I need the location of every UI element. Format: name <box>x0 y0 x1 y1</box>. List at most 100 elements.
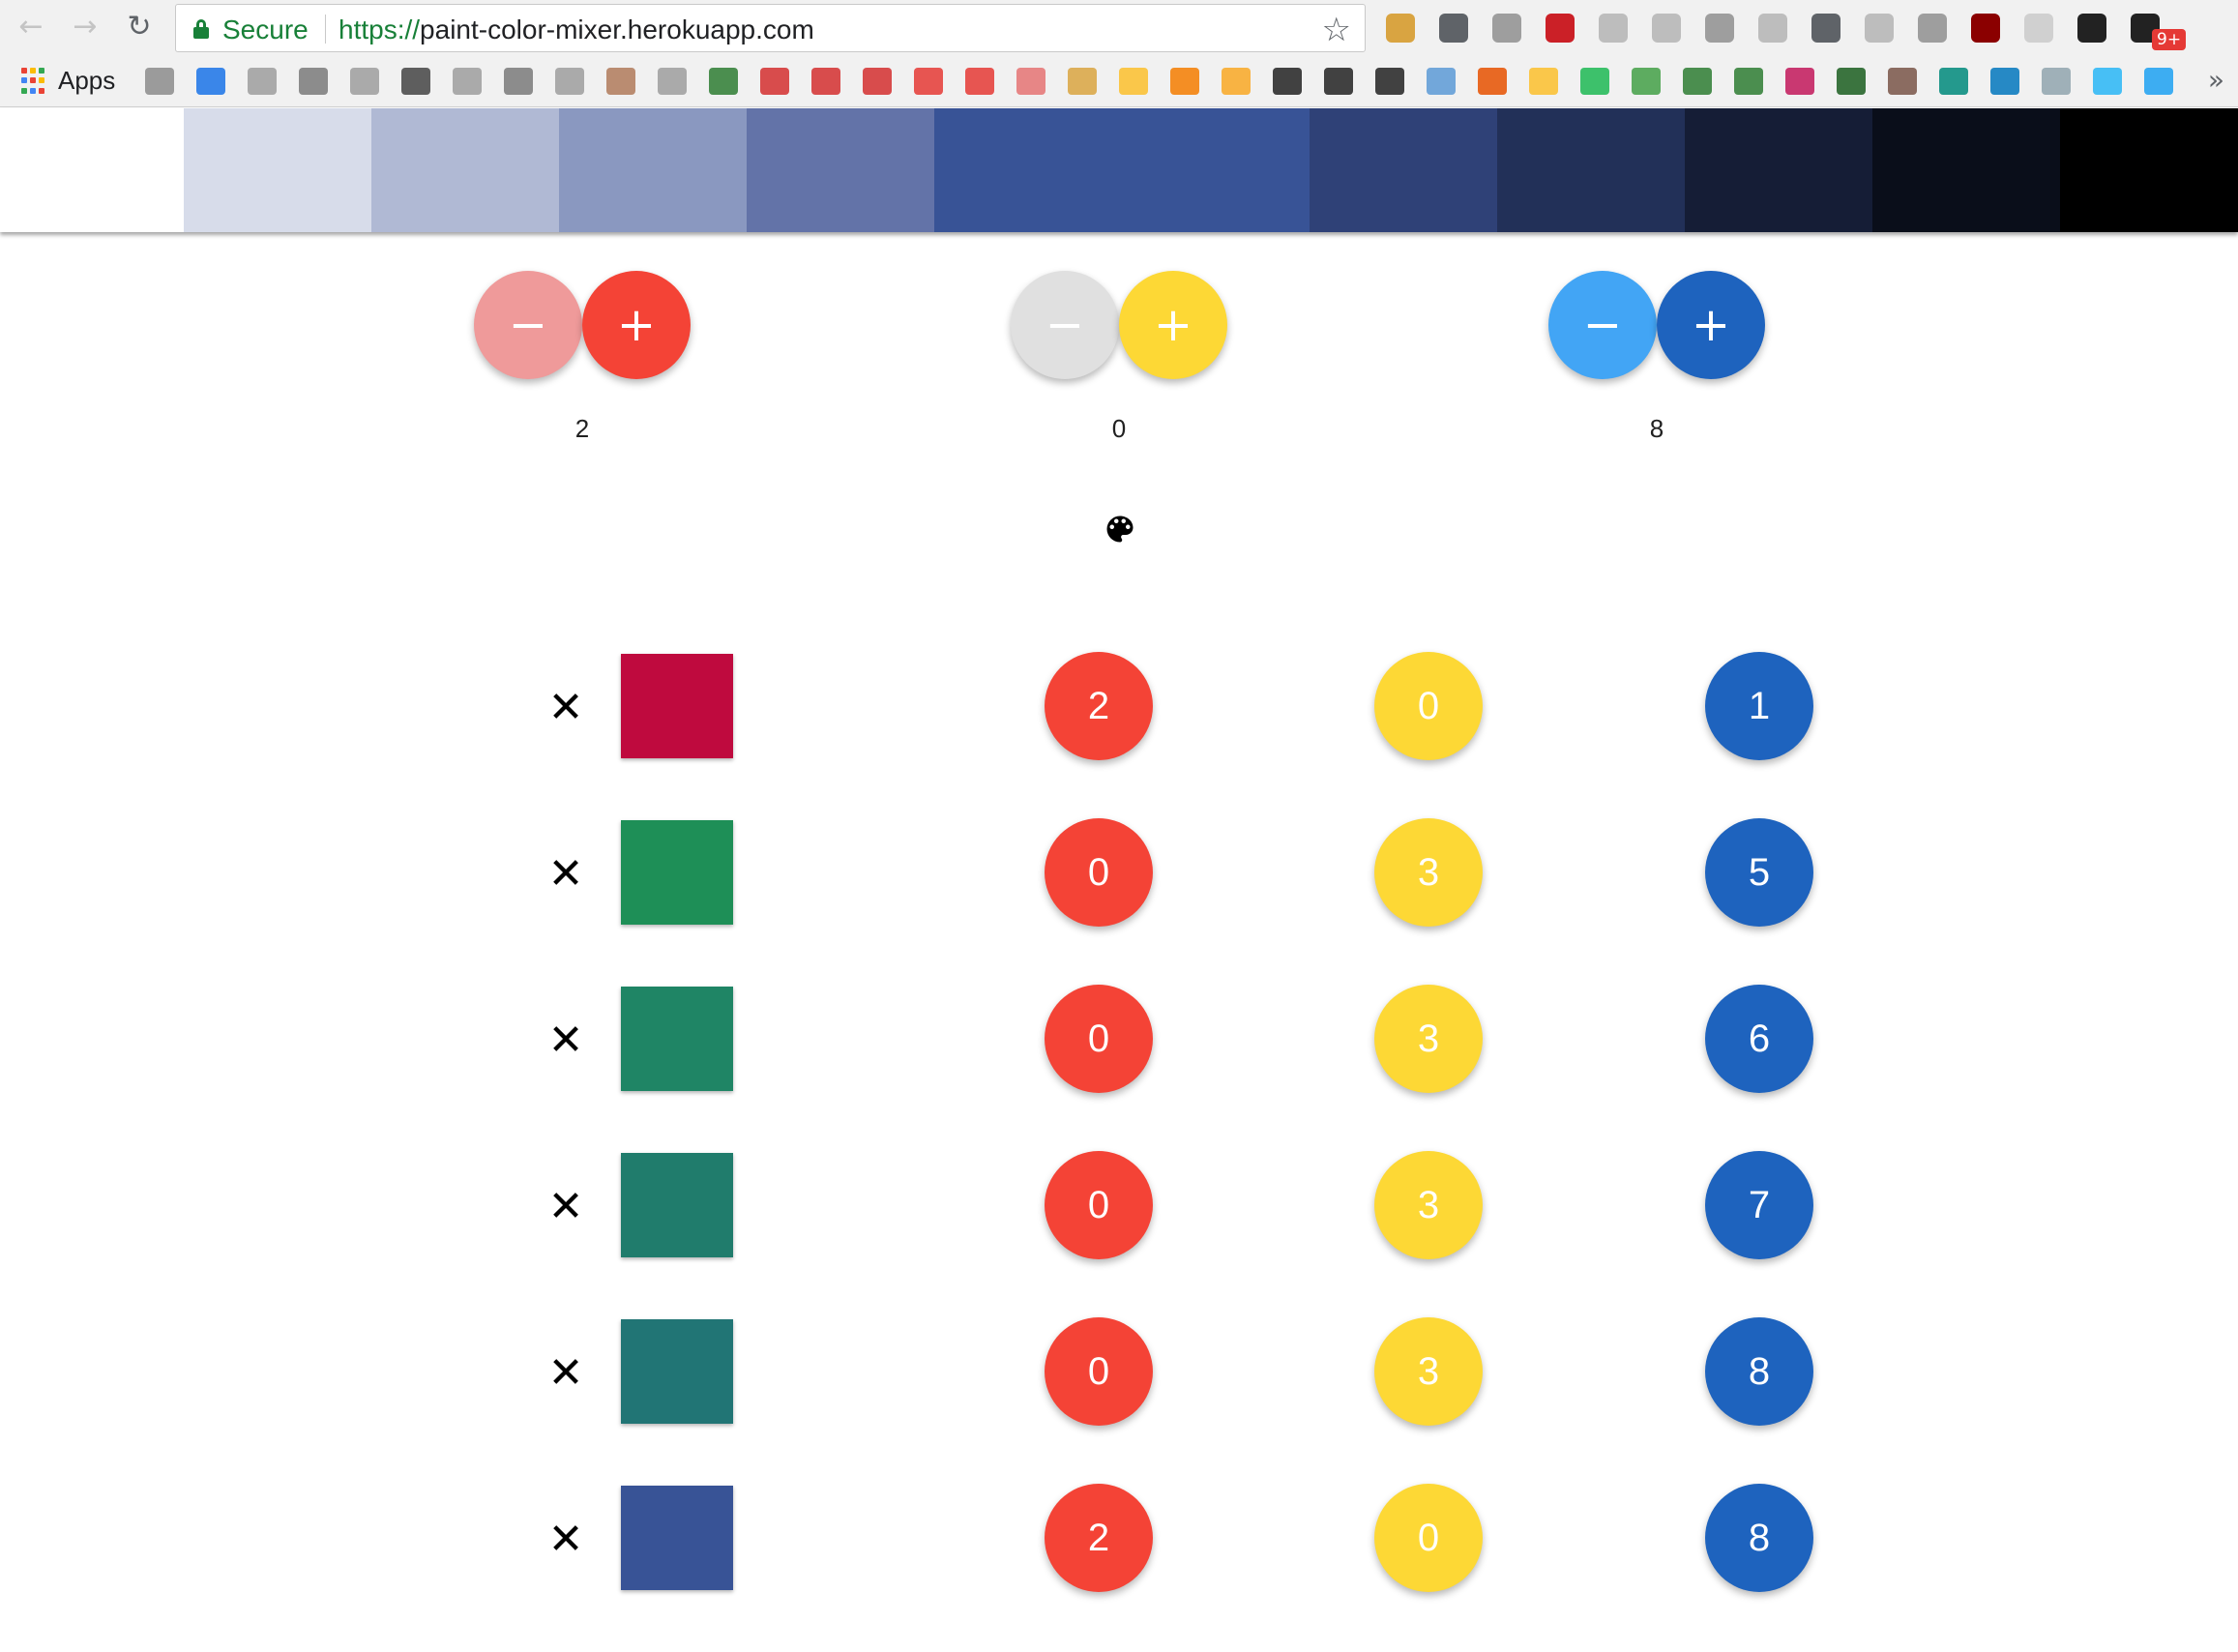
bookmark-favicon[interactable] <box>1222 68 1251 95</box>
red-plus-button[interactable]: + <box>582 271 691 379</box>
bookmark-favicon[interactable] <box>2042 68 2071 95</box>
extension-icon[interactable] <box>1918 14 1947 43</box>
mix-swatch[interactable] <box>621 1486 733 1590</box>
bookmark-favicon[interactable] <box>1837 68 1866 95</box>
mix-blue-amount: 1 <box>1705 652 1813 760</box>
blue-plus-button[interactable]: + <box>1657 271 1765 379</box>
mix-blue-amount: 5 <box>1705 818 1813 927</box>
bookmark-favicon[interactable] <box>299 68 328 95</box>
url-divider <box>325 15 326 44</box>
bookmark-favicon[interactable] <box>1119 68 1148 95</box>
blue-minus-button[interactable]: − <box>1548 271 1657 379</box>
remove-mix-icon[interactable]: ✕ <box>546 1511 585 1569</box>
bookmark-favicon[interactable] <box>196 68 225 95</box>
bookmark-favicon[interactable] <box>1324 68 1353 95</box>
mix-blue-amount: 6 <box>1705 985 1813 1093</box>
back-arrow-icon[interactable]: ← <box>14 10 48 44</box>
bookmark-favicon[interactable] <box>504 68 533 95</box>
bookmark-favicon[interactable] <box>1683 68 1712 95</box>
mix-swatch[interactable] <box>621 1153 733 1257</box>
bookmark-favicon[interactable] <box>1785 68 1814 95</box>
mix-yellow-amount: 3 <box>1374 1317 1483 1426</box>
mix-swatch[interactable] <box>621 820 733 925</box>
yellow-plus-button[interactable]: + <box>1119 271 1227 379</box>
palette-strip-segment <box>747 108 934 232</box>
remove-mix-icon[interactable]: ✕ <box>546 1012 585 1070</box>
extension-icon[interactable] <box>1386 14 1415 43</box>
remove-mix-icon[interactable]: ✕ <box>546 679 585 737</box>
bookmark-favicon[interactable] <box>1478 68 1507 95</box>
apps-bookmark-label[interactable]: Apps <box>58 66 115 96</box>
bookmark-favicon[interactable] <box>1375 68 1404 95</box>
bookmark-favicon[interactable] <box>2144 68 2173 95</box>
extension-icon[interactable] <box>1971 14 2000 43</box>
mix-swatch[interactable] <box>621 654 733 758</box>
bookmark-favicon[interactable] <box>453 68 482 95</box>
bookmark-favicon[interactable] <box>401 68 430 95</box>
extension-icon[interactable] <box>1758 14 1787 43</box>
palette-strip-segment <box>184 108 371 232</box>
palette-strip <box>0 108 2238 232</box>
bookmark-favicon[interactable] <box>1632 68 1661 95</box>
palette-strip-segment <box>559 108 747 232</box>
extension-icon[interactable] <box>1599 14 1628 43</box>
lock-icon <box>193 19 209 39</box>
bookmark-favicon[interactable] <box>811 68 840 95</box>
yellow-minus-button[interactable]: − <box>1011 271 1119 379</box>
bookmark-favicon[interactable] <box>709 68 738 95</box>
bookmark-favicon[interactable] <box>1170 68 1199 95</box>
reload-icon[interactable]: ↻ <box>122 10 157 44</box>
extension-icon[interactable] <box>2077 14 2106 43</box>
extension-icon[interactable] <box>1652 14 1681 43</box>
bookmark-favicon[interactable] <box>1068 68 1097 95</box>
address-bar[interactable]: Secure https://paint-color-mixer.herokua… <box>175 4 1366 52</box>
extension-badge: 9+ <box>2152 29 2187 50</box>
bookmark-favicon[interactable] <box>863 68 892 95</box>
apps-grid-icon[interactable] <box>21 68 48 95</box>
bookmark-favicon[interactable] <box>1273 68 1302 95</box>
mix-swatch[interactable] <box>621 987 733 1091</box>
bookmark-favicon[interactable] <box>555 68 584 95</box>
bookmark-favicon[interactable] <box>658 68 687 95</box>
bookmark-favicon[interactable] <box>1529 68 1558 95</box>
browser-chrome: ← → ↻ Secure https://paint-color-mixer.h… <box>0 0 2238 107</box>
red-paint-control: − + 2 <box>474 271 691 464</box>
apps-grid-dot <box>39 87 44 94</box>
bookmark-favicon[interactable] <box>1888 68 1917 95</box>
red-minus-button[interactable]: − <box>474 271 582 379</box>
bookmark-favicon[interactable] <box>1580 68 1609 95</box>
remove-mix-icon[interactable]: ✕ <box>546 1178 585 1236</box>
mix-swatch[interactable] <box>621 1319 733 1424</box>
remove-mix-icon[interactable]: ✕ <box>546 1344 585 1402</box>
bookmark-favicon[interactable] <box>2093 68 2122 95</box>
bookmark-favicon[interactable] <box>1990 68 2019 95</box>
bookmark-favicon[interactable] <box>914 68 943 95</box>
extension-icon[interactable] <box>1546 14 1575 43</box>
forward-arrow-icon[interactable]: → <box>68 10 103 44</box>
bookmark-favicon[interactable] <box>1734 68 1763 95</box>
palette-icon[interactable] <box>1103 512 1137 546</box>
extension-icon[interactable] <box>1492 14 1521 43</box>
bookmark-favicon[interactable] <box>248 68 277 95</box>
palette-strip-segment <box>371 108 559 232</box>
bookmark-favicon[interactable] <box>1939 68 1968 95</box>
extension-icon[interactable] <box>1439 14 1468 43</box>
bookmark-favicon[interactable] <box>145 68 174 95</box>
mix-red-amount: 0 <box>1045 818 1153 927</box>
bookmark-favicon[interactable] <box>1427 68 1456 95</box>
remove-mix-icon[interactable]: ✕ <box>546 845 585 903</box>
extension-icon[interactable] <box>2024 14 2053 43</box>
url-text[interactable]: https://paint-color-mixer.herokuapp.com <box>339 15 814 45</box>
bookmark-favicon[interactable] <box>965 68 994 95</box>
extension-icon[interactable] <box>1811 14 1840 43</box>
bookmark-favicon[interactable] <box>1016 68 1045 95</box>
bookmark-star-icon[interactable]: ☆ <box>1322 11 1351 49</box>
mix-blue-amount: 8 <box>1705 1484 1813 1592</box>
bookmark-favicon[interactable] <box>606 68 635 95</box>
bookmarks-overflow-icon[interactable]: » <box>2208 64 2224 96</box>
extension-icon[interactable] <box>1705 14 1734 43</box>
bookmark-favicon[interactable] <box>760 68 789 95</box>
bookmark-favicon[interactable] <box>350 68 379 95</box>
mix-red-amount: 2 <box>1045 652 1153 760</box>
extension-icon[interactable] <box>1865 14 1894 43</box>
